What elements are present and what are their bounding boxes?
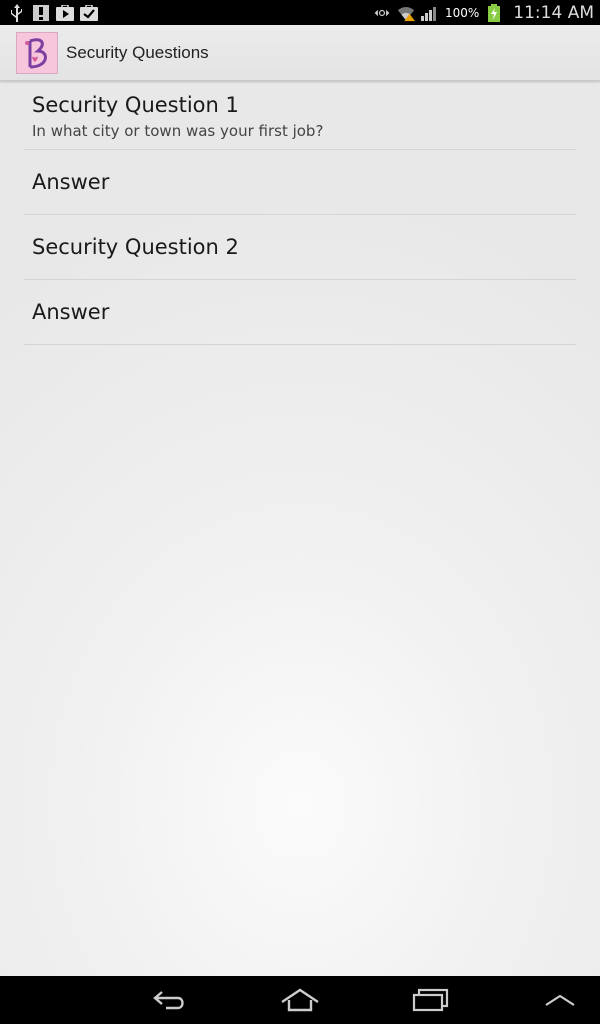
pref-answer-1[interactable]: Answer [24,150,576,215]
pref-summary: In what city or town was your first job? [32,121,324,140]
back-icon[interactable] [148,986,192,1014]
action-bar: Security Questions [0,25,600,81]
data-sync-icon [373,4,391,22]
status-bar: 100% 11:14 AM [0,0,600,25]
recent-apps-icon[interactable] [408,986,452,1014]
app-logo-icon[interactable] [16,31,58,74]
pref-security-question-1[interactable]: Security Question 1 In what city or town… [24,81,576,150]
status-indicators: 100% 11:14 AM [373,3,594,23]
status-clock: 11:14 AM [513,2,594,23]
battery-percent: 100% [444,5,480,20]
battery-charging-icon [485,3,503,22]
pref-title: Security Question 1 [32,92,239,117]
app-screen: Security Questions Security Question 1 I… [0,25,600,976]
pref-title: Answer [32,170,110,194]
pref-title: Answer [32,300,110,324]
play-store-icon [56,4,74,22]
pref-security-question-2[interactable]: Security Question 2 [24,215,576,280]
wifi-icon [397,4,415,22]
status-notifications [8,3,98,22]
preference-list: Security Question 1 In what city or town… [0,81,600,345]
usb-icon [8,3,26,22]
home-icon[interactable] [278,986,322,1014]
pref-title: Security Question 2 [32,235,239,259]
page-title: Security Questions [66,42,209,62]
signal-icon [420,4,439,22]
pref-answer-2[interactable]: Answer [24,280,576,345]
clipboard-check-icon [80,4,98,22]
warning-icon [32,4,50,22]
menu-up-icon[interactable] [538,986,582,1014]
navigation-bar [0,976,600,1024]
